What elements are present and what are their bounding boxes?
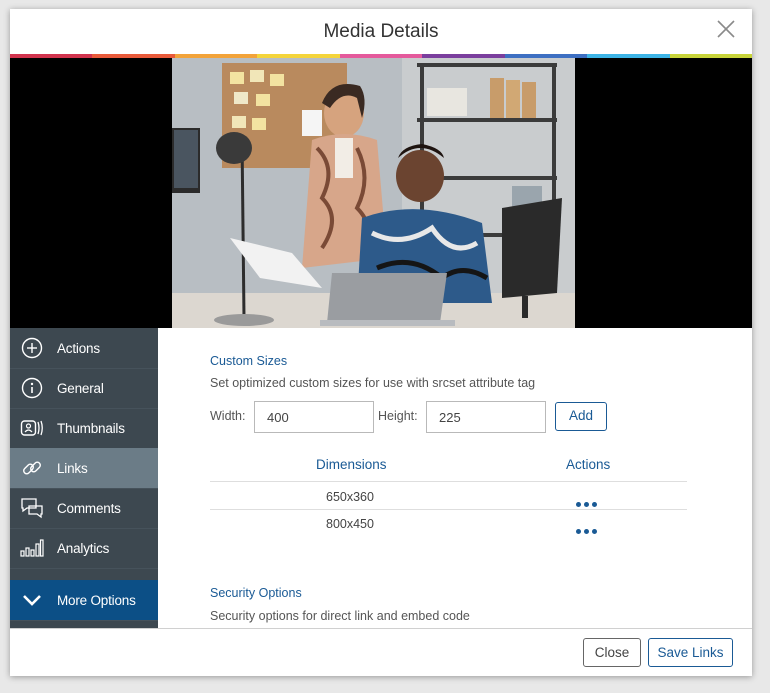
chevron-down-icon: [19, 587, 45, 613]
sidebar-item-label: Analytics: [57, 540, 110, 556]
add-size-button[interactable]: Add: [555, 402, 607, 431]
analytics-icon: [19, 535, 45, 561]
sidebar-item-label: Thumbnails: [57, 420, 125, 436]
sidebar-item-label: Links: [57, 460, 88, 476]
save-links-button[interactable]: Save Links: [648, 638, 733, 667]
dialog-header: Media Details: [10, 9, 752, 55]
plus-circle-icon: [19, 335, 45, 361]
link-icon: [19, 455, 45, 481]
table-row-dimension: 800x450: [326, 517, 374, 531]
table-divider: [210, 509, 687, 510]
dimensions-header: Dimensions: [316, 457, 387, 472]
comments-icon: [19, 495, 45, 521]
row-actions-menu[interactable]: [576, 494, 600, 507]
sidebar-item-comments[interactable]: Comments: [10, 488, 158, 529]
table-row-dimension: 650x360: [326, 490, 374, 504]
width-label: Width:: [210, 409, 246, 423]
media-preview: [10, 58, 752, 328]
sidebar-item-actions[interactable]: Actions: [10, 328, 158, 369]
height-label: Height:: [378, 409, 418, 423]
info-circle-icon: [19, 375, 45, 401]
sidebar-item-label: Comments: [57, 500, 121, 516]
sidebar-nav: Actions General Thumbnails Links Comment…: [10, 328, 158, 628]
sidebar-item-label: Actions: [57, 340, 100, 356]
media-details-dialog: Media Details Actions General Thumbnails…: [10, 9, 752, 676]
table-divider: [210, 481, 687, 482]
links-panel: Custom Sizes Set optimized custom sizes …: [158, 328, 752, 628]
sidebar-item-more-options[interactable]: More Options: [10, 580, 158, 621]
security-options-title: Security Options: [210, 586, 302, 600]
sidebar-item-label: General: [57, 380, 104, 396]
close-button[interactable]: Close: [583, 638, 641, 667]
custom-sizes-title: Custom Sizes: [210, 354, 288, 368]
security-options-description: Security options for direct link and emb…: [210, 609, 470, 623]
close-icon[interactable]: [714, 17, 738, 41]
row-actions-menu[interactable]: [576, 521, 600, 534]
media-photo: [172, 58, 575, 328]
sidebar-item-thumbnails[interactable]: Thumbnails: [10, 408, 158, 449]
custom-sizes-description: Set optimized custom sizes for use with …: [210, 376, 536, 390]
sidebar-item-general[interactable]: General: [10, 368, 158, 409]
sidebar-item-links[interactable]: Links: [10, 448, 158, 489]
sidebar-item-label: More Options: [57, 592, 136, 608]
dialog-title: Media Details: [323, 21, 439, 42]
width-input[interactable]: 400: [254, 401, 374, 433]
thumbnails-icon: [19, 415, 45, 441]
sidebar-item-analytics[interactable]: Analytics: [10, 528, 158, 569]
actions-header: Actions: [566, 457, 611, 472]
height-input[interactable]: 225: [426, 401, 546, 433]
dialog-footer: Close Save Links: [10, 628, 752, 676]
